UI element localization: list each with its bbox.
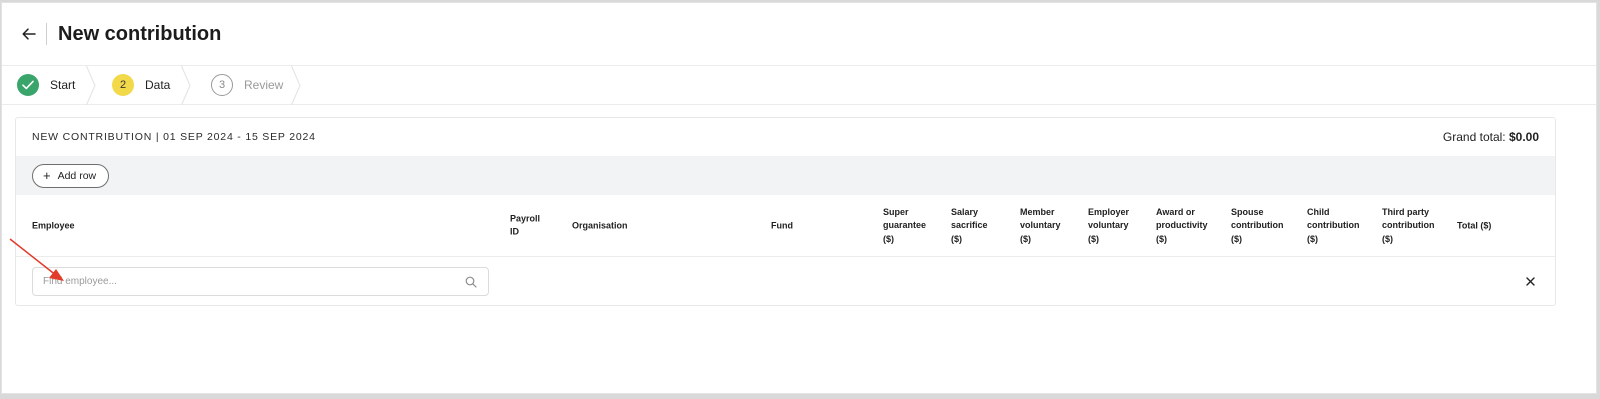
contribution-period-title: NEW CONTRIBUTION | 01 SEP 2024 - 15 SEP … <box>32 131 316 143</box>
column-header: Award or productivity ($) <box>1156 205 1208 246</box>
column-header: Employee <box>32 219 75 233</box>
plus-icon: + <box>43 168 51 183</box>
column-header-line: Member <box>1020 206 1055 217</box>
column-header: Organisation <box>572 219 628 233</box>
remove-row-button[interactable] <box>1522 273 1538 289</box>
card-header: NEW CONTRIBUTION | 01 SEP 2024 - 15 SEP … <box>16 118 1555 156</box>
column-header-line: Fund <box>771 219 793 230</box>
column-header-line: Employer <box>1088 206 1130 217</box>
column-header: Total ($) <box>1457 219 1491 233</box>
step-divider-chevron <box>181 66 191 105</box>
step-label: Start <box>50 78 76 92</box>
column-header-line: contribution <box>1307 219 1360 230</box>
back-button[interactable] <box>18 23 40 45</box>
column-header-line: Payroll <box>510 213 541 223</box>
column-header-line: contribution <box>1231 219 1284 230</box>
page-title: New contribution <box>58 22 222 45</box>
column-header-line: Child <box>1307 206 1330 217</box>
column-header: Spouse contribution ($) <box>1231 205 1284 246</box>
column-header-line: ($) <box>1382 233 1393 244</box>
column-header-line: ($) <box>1156 233 1167 244</box>
step-review[interactable]: 3 Review <box>191 66 301 105</box>
step-divider-chevron <box>86 66 96 105</box>
step-number-badge: 2 <box>112 74 134 96</box>
column-header: Payroll ID <box>510 212 540 239</box>
table-row <box>16 257 1555 305</box>
column-header-line: ($) <box>1020 233 1031 244</box>
column-header-line: ID <box>510 226 519 237</box>
column-header-line: guarantee <box>883 219 927 230</box>
step-label: Data <box>145 78 171 92</box>
step-number-badge: 3 <box>211 74 233 96</box>
column-header-line: Employee <box>32 219 75 230</box>
table-toolbar: + Add row <box>16 156 1555 195</box>
column-header-line: Award or <box>1156 206 1195 217</box>
column-header-line: ($) <box>951 233 962 244</box>
page-frame: New contribution Start 2 Data 3 Review N… <box>1 2 1597 394</box>
add-row-button[interactable]: + Add row <box>32 163 110 188</box>
step-label: Review <box>244 78 284 92</box>
column-header-line: Third party <box>1382 206 1430 217</box>
column-header: Salary sacrifice ($) <box>951 205 988 246</box>
contribution-card: NEW CONTRIBUTION | 01 SEP 2024 - 15 SEP … <box>15 117 1556 306</box>
page-header: New contribution <box>2 3 1596 66</box>
table-header: Employee Payroll ID Organisation Fund Super gu… <box>16 195 1555 257</box>
step-start[interactable]: Start <box>2 66 96 105</box>
header-divider <box>46 23 47 45</box>
arrow-left-icon <box>22 28 36 40</box>
column-header-line: ($) <box>1307 233 1318 244</box>
column-header: Child contribution ($) <box>1307 205 1360 246</box>
step-divider-chevron <box>291 66 301 105</box>
grand-total-value: $0.00 <box>1508 130 1539 144</box>
column-header: Third party contribution ($) <box>1382 205 1435 246</box>
column-header: Member voluntary ($) <box>1020 205 1061 246</box>
column-header-line: Total ($) <box>1457 219 1492 230</box>
find-employee-field[interactable] <box>32 267 489 296</box>
column-header-line: Super <box>883 206 909 217</box>
column-header-line: productivity <box>1156 219 1208 230</box>
step-data[interactable]: 2 Data <box>96 66 191 105</box>
close-icon <box>1525 276 1535 286</box>
column-header-line: voluntary <box>1088 219 1129 230</box>
grand-total: Grand total: $0.00 <box>1443 130 1539 144</box>
column-header-line: voluntary <box>1020 219 1061 230</box>
column-header-line: ($) <box>883 233 894 244</box>
column-header-line: Spouse <box>1231 206 1264 217</box>
column-header-line: contribution <box>1382 219 1435 230</box>
find-employee-input[interactable] <box>43 276 465 287</box>
column-header: Fund <box>771 219 793 233</box>
add-row-label: Add row <box>57 169 97 182</box>
column-header-line: Salary <box>951 206 979 217</box>
stepper: Start 2 Data 3 Review <box>2 66 1596 105</box>
column-header-line: Organisation <box>572 219 628 230</box>
check-icon <box>17 74 39 96</box>
grand-total-label: Grand total: <box>1442 130 1506 144</box>
column-header: Super guarantee ($) <box>883 205 926 246</box>
column-header: Employer voluntary ($) <box>1088 205 1129 246</box>
column-header-line: sacrifice <box>951 219 988 230</box>
search-icon <box>465 275 478 288</box>
column-header-line: ($) <box>1088 233 1099 244</box>
column-header-line: ($) <box>1231 233 1242 244</box>
